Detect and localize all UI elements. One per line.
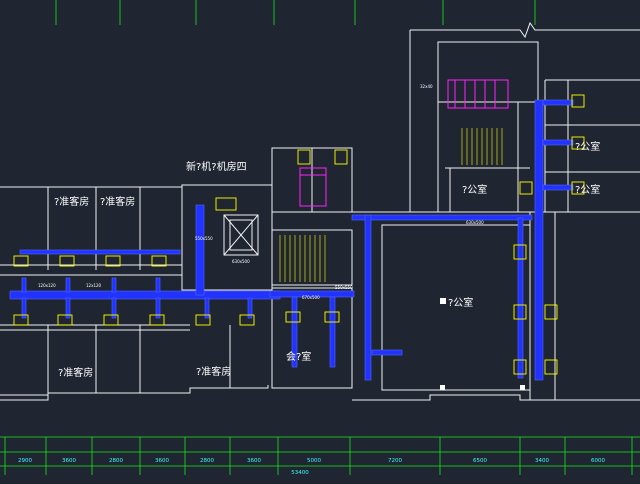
- duct-east-drop: [517, 217, 524, 379]
- plan-canvas: 2900 3600 2800 3600 2800 3600 5000 7200 …: [0, 0, 640, 476]
- dimension-label: 5000: [307, 458, 321, 464]
- room-label-guest: ?准客房: [54, 195, 89, 208]
- duct-branch: [155, 277, 161, 293]
- meeting-room-walls: [271, 287, 353, 389]
- hvac-floor-plan: 2900 3600 2800 3600 2800 3600 5000 7200 …: [0, 0, 640, 480]
- toilet-exhaust: [334, 149, 348, 165]
- dimension-label: 6000: [591, 458, 605, 464]
- wall-west-bottom: [0, 385, 269, 401]
- ahu-room-walls: [437, 41, 539, 103]
- dimension-label: 7200: [388, 458, 402, 464]
- toilet-exhaust: [297, 149, 311, 165]
- column: [440, 385, 445, 390]
- toilet-fan: [299, 167, 327, 207]
- duct-branch: [65, 277, 71, 293]
- duct-size-label: 550x550: [195, 236, 213, 241]
- duct-ne-branch: [542, 139, 574, 146]
- dimension-total: 53400: [291, 470, 309, 476]
- duct-size-label: 120x120: [38, 283, 56, 288]
- duct-size-label: 670x500: [302, 295, 320, 300]
- dimension-label: 2800: [109, 458, 123, 464]
- room-label-office-small: ?公室: [575, 183, 600, 196]
- stair-well: [271, 229, 353, 286]
- duct-branch: [21, 277, 27, 293]
- dimension-label: 2900: [18, 458, 32, 464]
- wall-east-bottom: [352, 394, 640, 401]
- duct-east-branch: [371, 349, 403, 356]
- room-label-guest: ?准客房: [58, 366, 93, 379]
- duct-east-main: [534, 99, 544, 381]
- duct-east-riser: [364, 214, 372, 381]
- column: [440, 298, 446, 304]
- room-label-guest: ?准客房: [100, 195, 135, 208]
- column: [520, 385, 525, 390]
- duct-branch: [111, 277, 117, 293]
- duct-ne-branch: [542, 99, 574, 106]
- dimension-label: 3600: [155, 458, 169, 464]
- building-walls: [0, 21, 640, 401]
- dimension-label: 3400: [535, 458, 549, 464]
- room-label-office: ?公室: [462, 183, 487, 196]
- dimension-label: 3600: [247, 458, 261, 464]
- stair-treads: [279, 128, 503, 282]
- room-label-guest: ?准客房: [196, 365, 231, 378]
- room-label-office-large: ?公室: [448, 296, 473, 309]
- fcu-unit: [215, 197, 237, 211]
- ahu-label: 32x40: [420, 84, 433, 89]
- dimension-label: 6500: [473, 458, 487, 464]
- duct-corridor-east: [351, 214, 533, 221]
- duct-north-guest: [19, 249, 181, 255]
- room-label-mech: 新?机?机房四: [186, 160, 247, 173]
- room-label-office-small: ?公室: [575, 140, 600, 153]
- duct-main-west: [9, 290, 281, 300]
- dimension-labels: 2900 3600 2800 3600 2800 3600 5000 7200 …: [18, 458, 605, 476]
- duct-riser: [195, 204, 205, 296]
- duct-annotations: 550x550 630x500 670x500 550x550 630x500 …: [38, 84, 484, 300]
- duct-size-label: 12x120: [86, 283, 102, 288]
- wall-west-top: [0, 186, 183, 285]
- wall-ne-top: [410, 21, 640, 39]
- column-markers: [440, 298, 525, 390]
- duct-meeting-drop: [329, 296, 336, 368]
- duct-size-label: 630x500: [466, 220, 484, 225]
- fcu-unit: [571, 94, 585, 108]
- room-label-meeting: 会?室: [286, 350, 311, 363]
- ductwork: [9, 99, 574, 381]
- duct-ne-branch: [542, 184, 574, 191]
- dimension-label: 3600: [62, 458, 76, 464]
- duct-size-label: 630x500: [232, 259, 250, 264]
- ahu-unit: [447, 79, 509, 109]
- dimension-label: 2800: [200, 458, 214, 464]
- fan-coil-units: [13, 94, 585, 375]
- fcu-unit: [519, 181, 533, 195]
- duct-size-label: 550x550: [335, 285, 353, 290]
